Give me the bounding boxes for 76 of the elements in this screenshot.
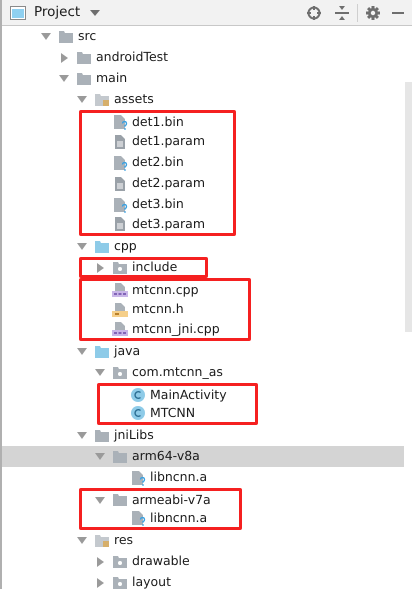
folder-icon (94, 428, 110, 444)
collapse-caret-icon[interactable] (77, 96, 87, 103)
locate-icon[interactable] (307, 6, 321, 20)
tree-item[interactable]: drawable (2, 551, 404, 572)
expand-caret-icon[interactable] (60, 52, 68, 62)
collapse-caret-icon[interactable] (77, 537, 87, 544)
collapse-caret-icon[interactable] (77, 348, 87, 355)
header-file-icon (112, 302, 128, 318)
settings-icon[interactable] (366, 6, 380, 20)
tree-item[interactable]: MainActivity (100, 386, 227, 404)
expand-caret-icon[interactable] (96, 556, 104, 566)
tree-item[interactable]: det1.bin (82, 113, 206, 131)
text-file-icon (112, 134, 128, 150)
tree-item[interactable]: com.mtcnn_as (2, 362, 404, 383)
expand-caret-icon[interactable] (96, 578, 104, 588)
tree-item[interactable]: libncnn.a (2, 467, 404, 488)
unknown-file-icon (112, 196, 128, 212)
tree-item[interactable]: armeabi-v7a (82, 491, 211, 509)
collapse-caret-icon[interactable] (77, 432, 87, 439)
tree-item[interactable]: arm64-v8a (2, 446, 404, 467)
folder-icon (58, 28, 74, 44)
folder-icon (76, 70, 92, 86)
tree-item[interactable]: libncnn.a (82, 509, 211, 527)
tree-item[interactable]: mtcnn_jni.cpp (82, 320, 220, 338)
package-folder-icon (112, 364, 128, 380)
tree-item[interactable]: jniLibs (2, 425, 404, 446)
tree-item[interactable]: det3.param (82, 215, 206, 233)
panel-title[interactable]: Project (34, 2, 80, 23)
tree-item[interactable]: androidTest (2, 47, 404, 68)
collapse-caret-icon[interactable] (77, 243, 87, 250)
tree-item[interactable]: include (82, 260, 178, 275)
source-folder-icon (94, 238, 110, 254)
collapse-caret-icon[interactable] (95, 496, 105, 504)
dropdown-caret-icon[interactable] (90, 10, 100, 16)
unknown-file-icon (112, 154, 128, 170)
package-folder-icon (112, 574, 128, 589)
collapse-caret-icon[interactable] (59, 75, 69, 82)
unknown-file-icon (112, 114, 128, 130)
text-file-icon (112, 216, 128, 232)
tree-item[interactable]: det1.param (82, 131, 206, 152)
source-folder-icon (94, 344, 110, 360)
tree-item[interactable]: src (2, 26, 404, 47)
scrollbar[interactable] (405, 82, 412, 332)
folder-icon (112, 448, 128, 464)
resource-folder-icon (94, 532, 110, 548)
unknown-file-icon (130, 470, 146, 486)
cpp-file-icon (112, 321, 128, 337)
class-icon (130, 387, 146, 403)
tree-item[interactable]: layout (2, 572, 404, 589)
tree-item[interactable]: mtcnn.h (82, 299, 220, 320)
tree-item[interactable]: det2.bin (82, 152, 206, 173)
tree-item[interactable]: main (2, 68, 404, 89)
collapse-all-icon[interactable] (335, 6, 349, 20)
tree-item[interactable]: res (2, 530, 404, 551)
text-file-icon (112, 176, 128, 192)
tree-item[interactable]: java (2, 341, 404, 362)
expand-caret-icon[interactable] (96, 262, 104, 272)
collapse-caret-icon[interactable] (41, 33, 51, 40)
class-icon (130, 405, 146, 421)
package-folder-icon (112, 260, 128, 276)
folder-icon (76, 50, 92, 66)
tree-item[interactable]: det2.param (82, 173, 206, 194)
resource-folder-icon (94, 92, 110, 108)
cpp-file-icon (112, 282, 128, 298)
tree-item[interactable]: cpp (2, 236, 404, 257)
window-icon (10, 6, 26, 20)
tree-item[interactable]: mtcnn.cpp (82, 281, 220, 299)
tree-item[interactable]: MTCNN (100, 404, 227, 422)
folder-icon (112, 492, 128, 508)
package-folder-icon (112, 554, 128, 570)
tree-item[interactable]: det3.bin (82, 194, 206, 215)
tree-item[interactable]: assets (2, 89, 404, 110)
minimize-icon[interactable] (392, 12, 404, 14)
collapse-caret-icon[interactable] (95, 369, 105, 376)
collapse-caret-icon[interactable] (95, 453, 105, 460)
unknown-file-icon (130, 510, 146, 526)
